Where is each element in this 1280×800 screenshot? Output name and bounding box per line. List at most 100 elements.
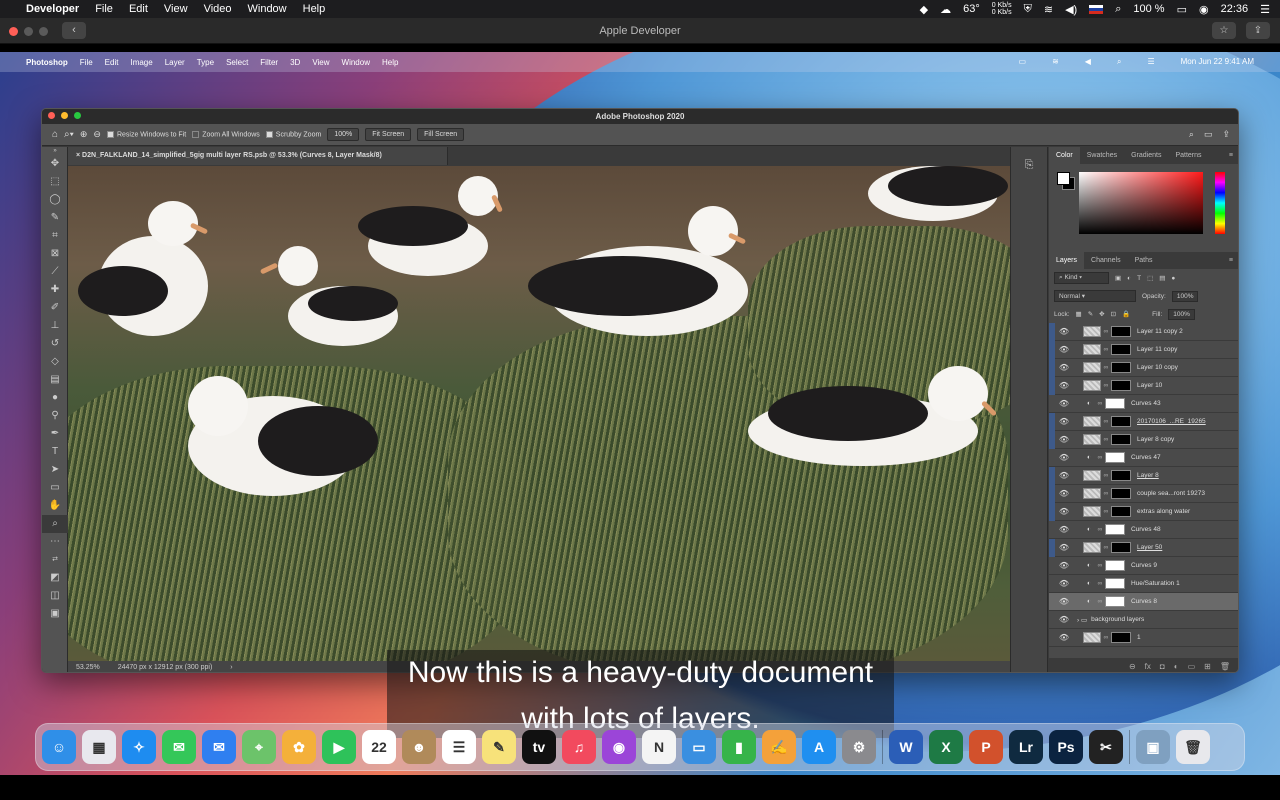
ps-close-button[interactable] xyxy=(48,112,55,119)
tab-layers[interactable]: Layers xyxy=(1049,252,1085,269)
layer-row[interactable]: 👁 ∞ 1 xyxy=(1049,629,1238,647)
keynote-icon[interactable]: ▭ xyxy=(682,730,716,764)
wifi-icon[interactable]: ≋ xyxy=(1044,3,1053,16)
layer-row[interactable]: 👁 ◐ ∞ Curves 48 xyxy=(1049,521,1238,539)
calendar-icon[interactable]: 22 xyxy=(362,730,396,764)
bookmark-star-icon[interactable]: ☆ xyxy=(1212,22,1236,39)
fill-field[interactable]: 100% xyxy=(1168,308,1195,320)
tab-patterns[interactable]: Patterns xyxy=(1168,147,1208,164)
battery-percent[interactable]: 100 % xyxy=(1133,3,1164,15)
layer-thumbnail[interactable] xyxy=(1083,416,1101,427)
layer-visibility-eye-icon[interactable]: 👁 xyxy=(1055,561,1073,570)
reminders-icon[interactable]: ☰ xyxy=(442,730,476,764)
more-tools-icon[interactable]: ⋯ xyxy=(42,533,68,551)
layer-row[interactable]: 👁 ∞ Layer 8 copy xyxy=(1049,430,1238,449)
zoom-all-checkbox[interactable]: Zoom All Windows xyxy=(192,130,260,138)
notes-icon[interactable]: ✎ xyxy=(482,730,516,764)
layer-visibility-eye-icon[interactable]: 👁 xyxy=(1055,489,1073,498)
layer-visibility-eye-icon[interactable]: 👁 xyxy=(1055,453,1073,462)
maps-icon[interactable]: ⌖ xyxy=(242,730,276,764)
layer-row[interactable]: 👁 ∞ extras along water xyxy=(1049,502,1238,521)
zoom-level[interactable]: 53.25% xyxy=(76,664,100,671)
mask-link-icon[interactable]: ∞ xyxy=(1101,490,1111,497)
mask-link-icon[interactable]: ∞ xyxy=(1095,526,1105,533)
layer-row[interactable]: 👁 ◐ ∞ Curves 43 xyxy=(1049,395,1238,413)
layer-thumbnail[interactable] xyxy=(1083,326,1101,337)
powerpoint-icon[interactable]: P xyxy=(969,730,1003,764)
menu-edit[interactable]: Edit xyxy=(129,3,148,15)
layer-visibility-eye-icon[interactable]: 👁 xyxy=(1055,399,1073,408)
ps-minimize-button[interactable] xyxy=(61,112,68,119)
mask-link-icon[interactable]: ∞ xyxy=(1101,382,1111,389)
filter-toggle-icon[interactable]: ● xyxy=(1171,275,1175,282)
path-select-icon[interactable]: ➤ xyxy=(42,461,68,479)
layer-mask-thumbnail[interactable] xyxy=(1111,632,1131,643)
photoshop-icon[interactable]: Ps xyxy=(1049,730,1083,764)
mask-link-icon[interactable]: ∞ xyxy=(1101,436,1111,443)
gradient-tool-icon[interactable]: ▤ xyxy=(42,371,68,389)
history-panel-icon[interactable]: ⎘ xyxy=(1011,159,1047,172)
inner-menu-image[interactable]: Image xyxy=(130,58,152,67)
layer-mask-thumbnail[interactable] xyxy=(1111,542,1131,553)
system-preferences-icon[interactable]: ⚙ xyxy=(842,730,876,764)
layer-visibility-eye-icon[interactable]: 👁 xyxy=(1055,597,1073,606)
mask-link-icon[interactable]: ∞ xyxy=(1101,544,1111,551)
quick-mask-icon[interactable]: ◫ xyxy=(42,587,68,605)
frame-tool-icon[interactable]: ⊠ xyxy=(42,245,68,263)
layer-row[interactable]: 👁 ◐ ∞ Curves 9 xyxy=(1049,557,1238,575)
layer-mask-thumbnail[interactable] xyxy=(1111,380,1131,391)
layer-thumbnail[interactable] xyxy=(1083,344,1101,355)
status-menu-chevron-icon[interactable]: › xyxy=(230,664,232,671)
foreground-color-swatch[interactable] xyxy=(1057,172,1070,185)
layer-visibility-eye-icon[interactable]: 👁 xyxy=(1055,471,1073,480)
app-store-icon[interactable]: A xyxy=(802,730,836,764)
new-adjustment-icon[interactable]: ◐ xyxy=(1174,662,1179,671)
tv-icon[interactable]: tv xyxy=(522,730,556,764)
app-status-icon[interactable]: ◆ xyxy=(920,3,928,16)
color-swatch-icon[interactable]: ◩ xyxy=(42,569,68,587)
filter-smart-icon[interactable]: ▤ xyxy=(1159,274,1165,282)
layer-mask-thumbnail[interactable] xyxy=(1104,560,1125,571)
layer-mask-thumbnail[interactable] xyxy=(1104,452,1125,463)
color-field[interactable] xyxy=(1079,172,1203,234)
healing-tool-icon[interactable]: ✚ xyxy=(42,281,68,299)
layer-row[interactable]: 👁 ◐ ∞ Curves 8 xyxy=(1049,593,1238,611)
inner-menu-view[interactable]: View xyxy=(312,58,329,67)
mask-link-icon[interactable]: ∞ xyxy=(1101,418,1111,425)
crop-tool-icon[interactable]: ⌗ xyxy=(42,227,68,245)
layer-row[interactable]: 👁 ∞ Layer 11 copy xyxy=(1049,340,1238,359)
mask-link-icon[interactable]: ∞ xyxy=(1101,364,1111,371)
layer-mask-thumbnail[interactable] xyxy=(1111,326,1131,337)
layer-thumbnail[interactable] xyxy=(1083,506,1101,517)
trash-icon[interactable]: 🗑 xyxy=(1176,730,1210,764)
layer-row[interactable]: 👁 ◐ ∞ Hue/Saturation 1 xyxy=(1049,575,1238,593)
dodge-tool-icon[interactable]: ⚲ xyxy=(42,407,68,425)
menu-app-name[interactable]: Developer xyxy=(26,3,79,15)
photos-icon[interactable]: ✿ xyxy=(282,730,316,764)
filter-pixel-icon[interactable]: ▣ xyxy=(1115,274,1121,282)
layer-visibility-eye-icon[interactable]: 👁 xyxy=(1055,381,1073,390)
layer-row[interactable]: 👁 ∞ Layer 10 xyxy=(1049,376,1238,395)
screen-mode-icon[interactable]: ▣ xyxy=(42,605,68,623)
new-layer-icon[interactable]: ⊞ xyxy=(1204,662,1211,671)
inner-menu-filter[interactable]: Filter xyxy=(260,58,278,67)
layer-visibility-eye-icon[interactable]: 👁 xyxy=(1055,507,1073,516)
eraser-tool-icon[interactable]: ◇ xyxy=(42,353,68,371)
color-panel-menu-icon[interactable]: ≡ xyxy=(1222,147,1238,164)
network-rate[interactable]: 0 Kb/s 0 Kb/s xyxy=(992,2,1012,16)
kind-filter-select[interactable]: ⌕ Kind ▾ xyxy=(1054,272,1109,284)
weather-icon[interactable]: ☁ xyxy=(940,3,951,16)
layer-mask-thumbnail[interactable] xyxy=(1111,434,1131,445)
inner-menu-edit[interactable]: Edit xyxy=(105,58,119,67)
zoom-100-button[interactable]: 100% xyxy=(327,128,360,141)
inner-menu-3d[interactable]: 3D xyxy=(290,58,300,67)
layer-row[interactable]: 👁 ∞ Layer 50 xyxy=(1049,538,1238,557)
control-center-icon[interactable]: ☰ xyxy=(1260,3,1270,16)
workspace-icon[interactable]: ▭ xyxy=(1204,129,1213,140)
inner-menu-select[interactable]: Select xyxy=(226,58,248,67)
quick-select-tool-icon[interactable]: ✎ xyxy=(42,209,68,227)
stamp-tool-icon[interactable]: ⊥ xyxy=(42,317,68,335)
tab-paths[interactable]: Paths xyxy=(1128,252,1160,269)
layer-mask-thumbnail[interactable] xyxy=(1111,416,1131,427)
filter-type-icon[interactable]: T xyxy=(1137,275,1141,282)
